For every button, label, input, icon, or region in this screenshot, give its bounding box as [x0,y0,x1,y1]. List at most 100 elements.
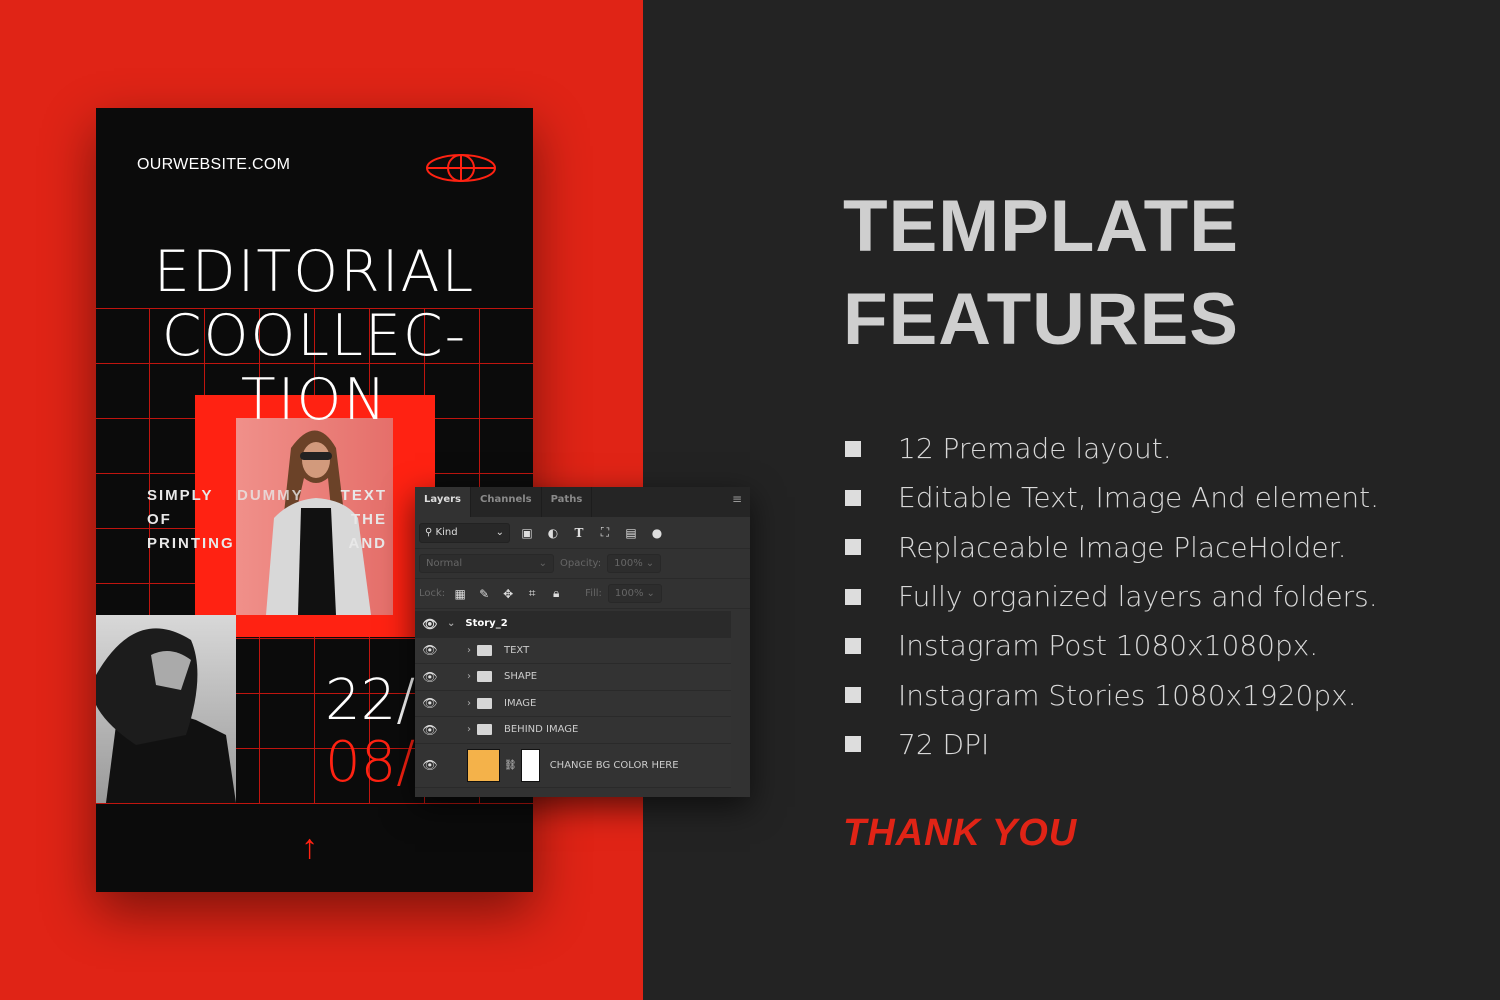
feature-text: Fully organized layers and folders. [898,580,1378,614]
layer-folder[interactable]: 👁︎ › SHAPE [415,664,731,691]
feature-text: Editable Text, Image And element. [898,481,1380,515]
folder-icon [477,724,492,736]
feature-text: Replaceable Image PlaceHolder. [898,530,1347,564]
bullet-square-icon [845,687,861,704]
arrow-up-icon: ↑ [301,828,318,866]
body-text-word: THE [351,511,387,528]
woman-windblown-hair-photo [96,615,236,803]
eye-icon[interactable]: 👁︎ [415,723,445,737]
layer-folder[interactable]: 👁︎ › BEHIND IMAGE [415,717,731,744]
tab-layers[interactable]: Layers [415,487,471,517]
feature-text: Instagram Post 1080x1080px. [898,629,1319,663]
lock-artboard-icon[interactable]: ⌗ [523,586,541,601]
features-list: 12 Premade layout. Editable Text, Image A… [845,424,1379,769]
heading-line: TEMPLATE [843,186,1239,267]
chevron-right-icon[interactable]: › [467,671,471,682]
opacity-input[interactable]: 100% ⌄ [607,554,662,573]
layer-mask-thumbnail[interactable] [520,748,540,782]
layers-panel: Layers Channels Paths ≡ ⚲ Kind ⌄ ▣ ◐ T ⛶ … [415,487,750,797]
filter-value: Kind [435,527,458,538]
feature-text: 72 DPI [898,727,990,761]
lock-all-icon[interactable]: 🔒︎ [547,586,565,601]
eye-icon[interactable]: 👁︎ [415,617,445,631]
heading-line: FEATURES [843,279,1239,360]
tab-paths[interactable]: Paths [542,487,593,517]
blend-mode-value: Normal [426,558,463,569]
layer-folder[interactable]: 👁︎ › IMAGE [415,690,731,717]
opacity-value: 100% [614,558,643,569]
feature-item: Fully organized layers and folders. [845,572,1379,621]
layer-name: TEXT [504,644,530,656]
thank-you-text: THANK YOU [843,812,1078,854]
eye-icon[interactable]: 👁︎ [415,670,445,684]
smart-object-filter-icon[interactable]: ▤ [622,526,640,540]
chevron-right-icon[interactable]: › [467,645,471,656]
body-text-word: DUMMY [237,487,304,504]
color-swatch-thumbnail[interactable] [467,748,500,782]
chevron-right-icon[interactable]: › [467,724,471,735]
blend-mode-select[interactable]: Normal ⌄ [419,554,554,573]
features-section: TEMPLATE FEATURES 12 Premade layout. Edit… [643,0,1500,1000]
chevron-right-icon[interactable]: › [467,698,471,709]
layer-folder[interactable]: 👁︎ › TEXT [415,637,731,664]
feature-text: Instagram Stories 1080x1920px. [898,678,1357,712]
globe-icon [426,154,496,182]
fill-value: 100% [614,588,644,599]
filter-kind-select[interactable]: ⚲ Kind ⌄ [419,522,510,543]
layer-name: BEHIND IMAGE [504,724,579,736]
bullet-square-icon [845,489,861,506]
feature-text: 12 Premade layout. [898,432,1172,466]
layer-name: CHANGE BG COLOR HERE [549,759,679,771]
layer-name: SHAPE [504,671,538,683]
fill-layer[interactable]: 👁︎ ⛓︎ CHANGE BG COLOR HERE [415,743,731,788]
adjustment-filter-icon[interactable]: ◐ [544,526,562,540]
bullet-square-icon [845,637,861,654]
body-text: SIMPLY OF PRINTING DUMMY TEXT THE AND [147,484,387,556]
type-filter-icon[interactable]: T [570,526,588,540]
image-filter-icon[interactable]: ▣ [518,526,536,540]
eye-icon[interactable]: 👁︎ [415,696,445,710]
feature-item: 72 DPI [845,720,1379,769]
link-icon: ⛓︎ [504,759,517,771]
lock-label: Lock: [419,588,446,599]
feature-item: Instagram Stories 1080x1920px. [845,670,1379,719]
bullet-square-icon [845,588,861,605]
feature-item: Replaceable Image PlaceHolder. [845,523,1379,572]
poster-title: EDITORIAL COOLLEC- TION [96,240,533,432]
panel-menu-icon[interactable]: ≡ [732,492,742,506]
layer-group-story[interactable]: 👁︎ ⌄ Story_2 [415,611,731,638]
folder-icon [477,671,492,683]
title-line: COOLLEC- [161,303,468,369]
title-line: TION [240,367,389,433]
date-day: 22/ [325,668,416,733]
folder-icon [477,644,492,656]
opacity-label: Opacity: [560,558,602,569]
bullet-square-icon [845,539,861,556]
features-heading: TEMPLATE FEATURES [843,180,1239,366]
layer-name: IMAGE [504,697,537,709]
shape-filter-icon[interactable]: ⛶ [596,525,614,540]
layer-name: Story_2 [465,618,508,630]
fill-label: Fill: [585,588,602,599]
website-label: OURWEBSITE.COM [137,156,291,173]
bullet-square-icon [845,736,861,753]
lock-transparent-icon[interactable]: ▦ [451,587,469,601]
search-icon: ⚲ [425,527,433,538]
feature-item: Instagram Post 1080x1080px. [845,621,1379,670]
bullet-square-icon [845,440,861,457]
eye-icon[interactable]: 👁︎ [415,758,445,772]
title-line: EDITORIAL [153,239,476,305]
folder-icon [477,697,492,709]
body-text-word: TEXT [340,487,387,504]
chevron-down-icon[interactable]: ⌄ [447,618,455,629]
feature-item: Editable Text, Image And element. [845,473,1379,522]
lock-move-icon[interactable]: ✥ [499,587,517,601]
chevron-down-icon: ⌄ [495,527,504,538]
filter-toggle[interactable]: ● [648,526,666,540]
fill-input[interactable]: 100% ⌄ [607,584,662,603]
lock-paint-brush-icon[interactable]: ✎ [475,587,493,601]
tab-channels[interactable]: Channels [471,487,542,517]
feature-item: 12 Premade layout. [845,424,1379,473]
grid-line-horizontal [96,803,533,804]
eye-icon[interactable]: 👁︎ [415,643,445,657]
